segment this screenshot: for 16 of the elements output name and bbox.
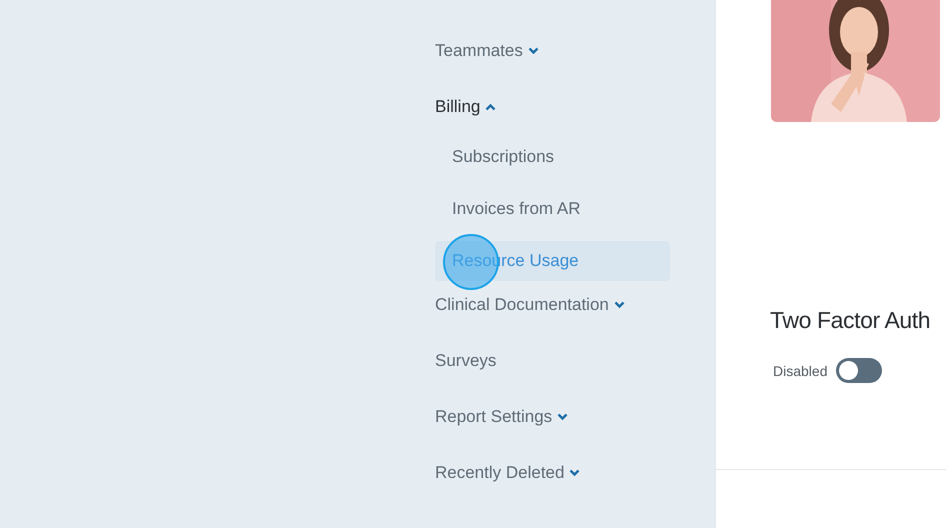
sidebar-item[interactable]: Report Settings (435, 407, 568, 427)
sidebar-item[interactable]: Clinical Documentation (435, 295, 625, 315)
sidebar-item[interactable]: Recently Deleted (435, 463, 580, 483)
toggle-switch[interactable] (836, 358, 882, 383)
chevron-icon (557, 413, 568, 421)
chevron-icon (614, 301, 625, 309)
sidebar-item[interactable]: Teammates (435, 41, 539, 61)
chevron-icon (485, 103, 496, 111)
chevron-icon (528, 47, 539, 55)
sidebar-item[interactable]: Surveys (435, 351, 496, 371)
submenu-item[interactable]: Subscriptions (435, 137, 670, 177)
section-title: Two Factor Auth (770, 307, 932, 334)
sidebar-item[interactable]: Billing (435, 97, 496, 117)
submenu-item[interactable]: Invoices from AR (435, 189, 670, 229)
chevron-icon (569, 469, 580, 477)
toggle-label: Disabled (773, 362, 828, 378)
